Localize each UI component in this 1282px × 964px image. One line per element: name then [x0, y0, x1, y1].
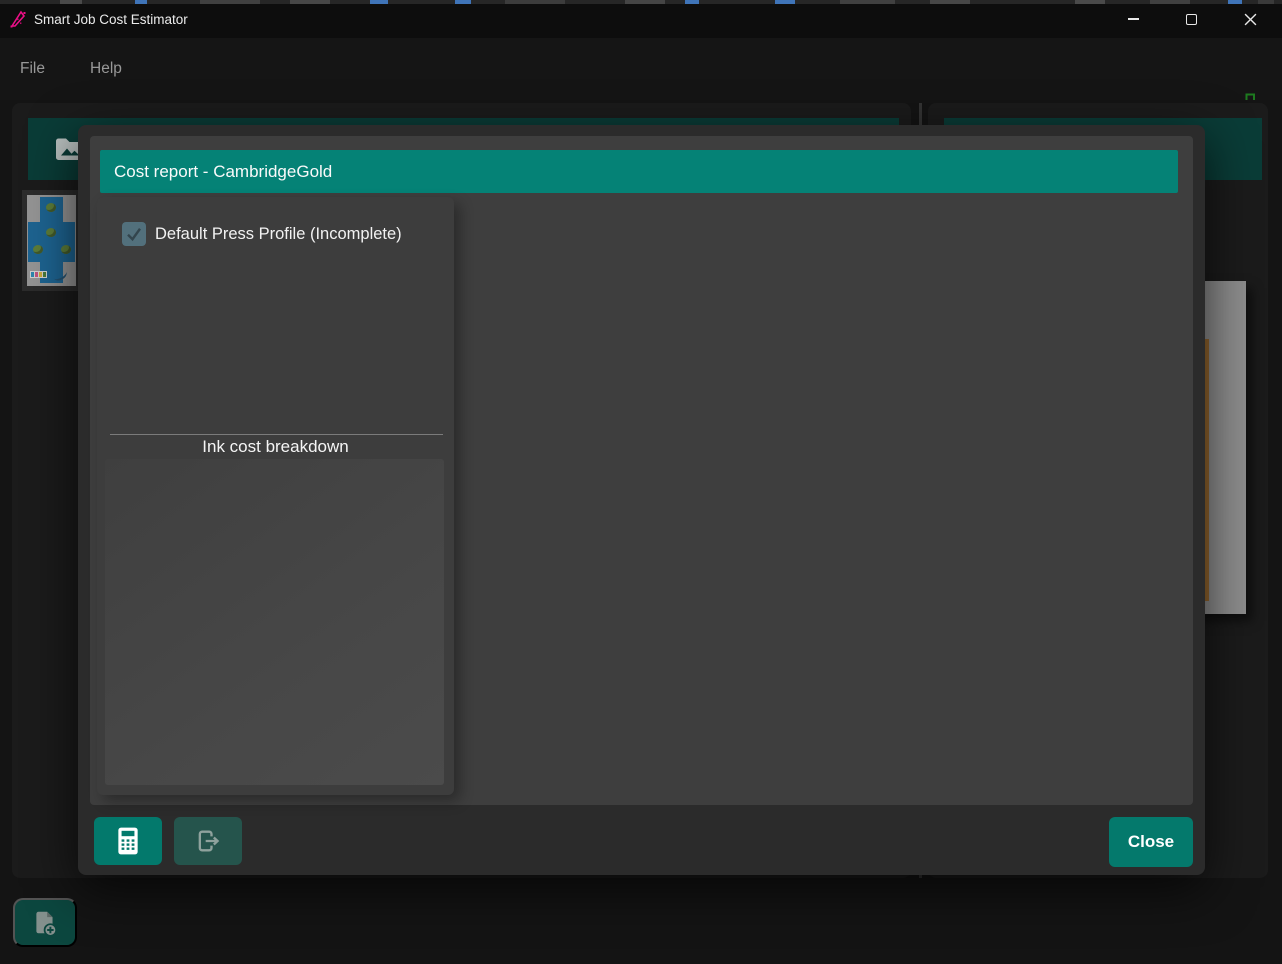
ink-section-title: Ink cost breakdown: [97, 437, 454, 457]
carton-dieline-thumbnail[interactable]: [22, 190, 81, 291]
file-plus-icon: [31, 909, 59, 937]
maximize-button[interactable]: [1168, 0, 1214, 38]
close-icon: [1244, 13, 1257, 26]
minimize-button[interactable]: [1110, 0, 1156, 38]
section-divider: [110, 434, 443, 435]
new-job-button[interactable]: [13, 898, 77, 947]
check-icon: [125, 225, 143, 243]
calculator-icon: [115, 826, 141, 856]
dialog-title: Cost report - CambridgeGold: [100, 150, 1178, 194]
close-dialog-button[interactable]: Close: [1109, 817, 1193, 867]
press-profile-label: Default Press Profile (Incomplete): [155, 225, 402, 244]
minimize-icon: [1128, 18, 1139, 19]
background-window-artifact: [0, 0, 1282, 4]
color-bar: [30, 271, 47, 278]
dialog-title-bar: Cost report - CambridgeGold: [100, 150, 1178, 193]
close-window-button[interactable]: [1227, 0, 1273, 38]
cost-report-dialog: Cost report - CambridgeGold Default Pres…: [78, 125, 1205, 875]
dialog-surface: Cost report - CambridgeGold Default Pres…: [90, 136, 1193, 805]
app-window: Smart Job Cost Estimator File Help: [0, 0, 1282, 964]
press-profile-panel: Default Press Profile (Incomplete) Ink c…: [97, 197, 454, 795]
title-bar[interactable]: Smart Job Cost Estimator: [0, 0, 1282, 38]
menu-help[interactable]: Help: [84, 38, 128, 100]
calculate-button[interactable]: [94, 817, 162, 865]
maximize-icon: [1186, 14, 1197, 25]
menu-file[interactable]: File: [14, 38, 51, 100]
press-profile-checkbox[interactable]: [122, 222, 146, 246]
ink-cost-list: [105, 459, 444, 785]
window-title: Smart Job Cost Estimator: [34, 0, 188, 38]
export-icon: [194, 827, 222, 855]
press-profile-row[interactable]: Default Press Profile (Incomplete): [122, 222, 402, 246]
thumbnail-artwork: [27, 195, 76, 286]
brand-scribble-icon: [8, 9, 28, 29]
export-button[interactable]: [174, 817, 242, 865]
menu-bar: File Help: [0, 38, 1282, 100]
